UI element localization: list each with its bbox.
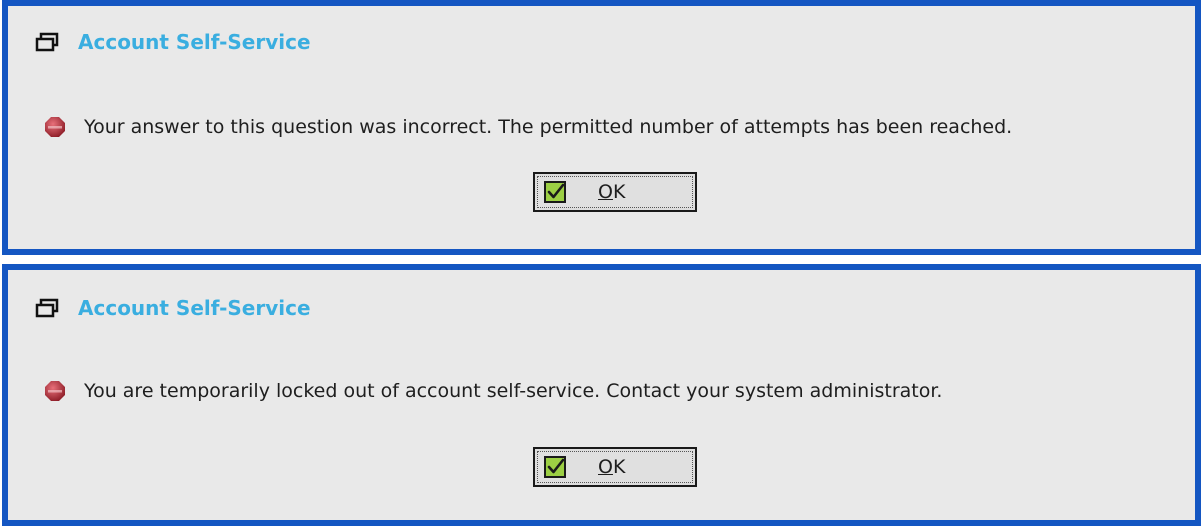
- ok-button[interactable]: OK: [533, 172, 697, 212]
- stop-icon: [44, 116, 66, 138]
- checkmark-icon: [544, 181, 568, 203]
- ok-label-rest: K: [612, 456, 626, 478]
- dialog-title-bar: Account Self-Service: [34, 296, 311, 320]
- ok-button-focus-ring: OK: [537, 451, 693, 483]
- stop-icon: [44, 380, 66, 402]
- window-icon: [34, 298, 60, 318]
- checkmark-icon: [544, 456, 568, 478]
- error-message: You are temporarily locked out of accoun…: [84, 380, 943, 402]
- message-row: You are temporarily locked out of accoun…: [44, 380, 942, 402]
- dialog-title: Account Self-Service: [78, 296, 311, 320]
- message-row: Your answer to this question was incorre…: [44, 116, 1012, 138]
- ok-button-focus-ring: OK: [537, 176, 693, 208]
- ok-mnemonic: O: [598, 181, 613, 203]
- ok-button-label: OK: [598, 456, 625, 478]
- ok-button-label: OK: [598, 181, 625, 203]
- dialog-title: Account Self-Service: [78, 30, 311, 54]
- dialog-title-bar: Account Self-Service: [34, 30, 311, 54]
- error-message: Your answer to this question was incorre…: [84, 116, 1013, 138]
- ok-button[interactable]: OK: [533, 447, 697, 487]
- ok-label-rest: K: [612, 181, 626, 203]
- ok-mnemonic: O: [598, 456, 613, 478]
- window-icon: [34, 32, 60, 52]
- account-self-service-dialog-attempts-reached: Account Self-Service Your answer to this…: [2, 0, 1201, 255]
- account-self-service-dialog-locked-out: Account Self-Service You are temporarily…: [2, 264, 1201, 526]
